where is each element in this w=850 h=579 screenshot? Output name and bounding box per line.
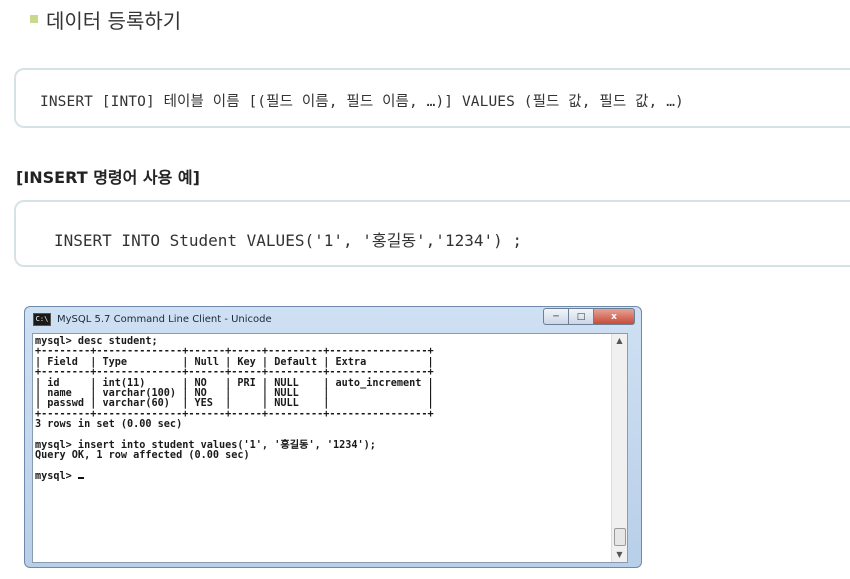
- window-titlebar[interactable]: C:\ MySQL 5.7 Command Line Client - Unic…: [25, 307, 641, 331]
- console-line: +--------+--------------+------+-----+--…: [35, 346, 434, 358]
- maximize-button[interactable]: □: [568, 308, 593, 325]
- vertical-scrollbar[interactable]: ▲ ▼: [611, 334, 627, 562]
- console-line: mysql>: [35, 471, 78, 483]
- section-title: 데이터 등록하기: [46, 8, 182, 33]
- scroll-up-icon[interactable]: ▲: [612, 334, 627, 348]
- syntax-code: INSERT [INTO] 테이블 이름 [(필드 이름, 필드 이름, …)]…: [40, 94, 684, 110]
- console-icon: C:\: [33, 312, 51, 326]
- console-line: | name | varchar(100) | NO | | NULL | |: [35, 388, 434, 400]
- window-title: MySQL 5.7 Command Line Client - Unicode: [57, 313, 272, 325]
- console-line: Query OK, 1 row affected (0.00 sec): [35, 450, 250, 462]
- example-code-box: INSERT INTO Student VALUES('1', '홍길동','1…: [14, 200, 850, 267]
- console-line: mysql> desc student;: [35, 336, 158, 347]
- mysql-console-window: C:\ MySQL 5.7 Command Line Client - Unic…: [24, 306, 642, 568]
- console-line: | id | int(11) | NO | PRI | NULL | auto_…: [35, 377, 434, 389]
- example-title: [INSERT 명령어 사용 예]: [16, 168, 200, 187]
- window-controls: ─ □ x: [543, 308, 635, 325]
- close-button[interactable]: x: [593, 308, 635, 325]
- minimize-button[interactable]: ─: [543, 308, 568, 325]
- syntax-code-box: INSERT [INTO] 테이블 이름 [(필드 이름, 필드 이름, …)]…: [14, 68, 850, 128]
- console-line: 3 rows in set (0.00 sec): [35, 419, 183, 431]
- console-line: | passwd | varchar(60) | YES | | NULL | …: [35, 398, 434, 410]
- console-line: mysql> insert into student values('1', '…: [35, 440, 376, 452]
- example-code: INSERT INTO Student VALUES('1', '홍길동','1…: [54, 231, 523, 250]
- text-cursor: [77, 477, 84, 480]
- scroll-thumb[interactable]: [614, 528, 626, 546]
- bullet-icon: [30, 15, 38, 23]
- console-line: +--------+--------------+------+-----+--…: [35, 367, 434, 379]
- console-line: | Field | Type | Null | Key | Default | …: [35, 356, 434, 368]
- scroll-down-icon[interactable]: ▼: [612, 548, 627, 562]
- section-heading: 데이터 등록하기: [30, 4, 181, 34]
- console-area[interactable]: mysql> desc student; +--------+---------…: [32, 333, 628, 563]
- console-output: mysql> desc student; +--------+---------…: [33, 334, 627, 483]
